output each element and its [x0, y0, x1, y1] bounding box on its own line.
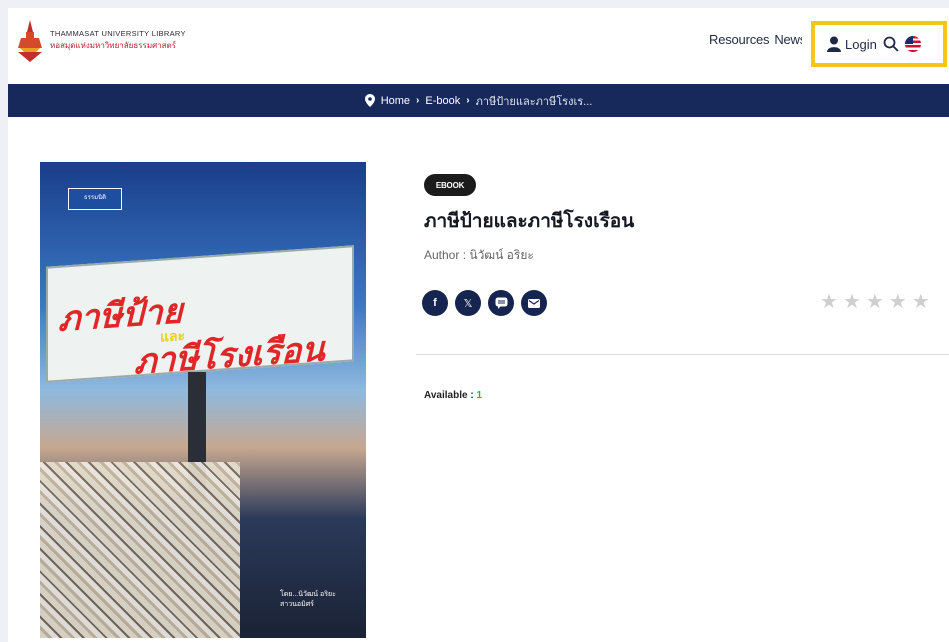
login-button[interactable]: Login [827, 36, 877, 52]
rating-stars: ★ ★ ★ ★ ★ [820, 292, 930, 312]
mail-icon [528, 298, 540, 308]
star-icon[interactable]: ★ [820, 292, 838, 312]
share-facebook-button[interactable]: f [422, 290, 448, 316]
logo-english-text: THAMMASAT UNIVERSITY LIBRARY [50, 28, 186, 38]
cover-town-scene [40, 462, 240, 638]
line-icon [495, 297, 507, 309]
star-icon[interactable]: ★ [866, 292, 884, 312]
book-author: Author : นิวัฒน์ อริยะ [424, 246, 534, 265]
user-icon [827, 36, 841, 52]
site-header: THAMMASAT UNIVERSITY LIBRARY หอสมุดแห่งม… [8, 8, 949, 84]
nav-resources[interactable]: Resources [709, 32, 770, 47]
share-buttons: f 𝕏 [422, 290, 547, 316]
cover-publisher-logo: ธรรมนิติ [68, 188, 122, 210]
share-email-button[interactable] [521, 290, 547, 316]
author-name[interactable]: นิวัฒน์ อริยะ [469, 248, 533, 262]
facebook-icon: f [433, 297, 437, 309]
cover-credit-author: โดย...นิวัฒน์ อริยะ [280, 591, 336, 598]
search-button[interactable] [883, 36, 899, 52]
search-icon [883, 36, 899, 52]
library-emblem-icon [18, 20, 42, 62]
chevron-right-icon: › [466, 95, 470, 106]
author-label: Author : [424, 248, 470, 262]
divider [416, 354, 949, 355]
breadcrumb-ebook[interactable]: E-book [425, 95, 460, 107]
site-logo[interactable]: THAMMASAT UNIVERSITY LIBRARY หอสมุดแห่งม… [18, 18, 186, 62]
share-line-button[interactable] [488, 290, 514, 316]
cover-billboard: ภาษีป้าย และ ภาษีโรงเรือน [46, 245, 354, 383]
cover-credit: โดย...นิวัฒน์ อริยะ สาวนอมิศร์ [280, 590, 336, 610]
location-pin-icon [364, 94, 375, 107]
logo-thai-text: หอสมุดแห่งมหาวิทยาลัยธรรมศาสตร์ [50, 40, 177, 50]
breadcrumb-home[interactable]: Home [381, 95, 410, 107]
nav-news[interactable]: News [774, 32, 802, 47]
x-icon: 𝕏 [463, 297, 473, 310]
breadcrumb-current: ภาษีป้ายและภาษีโรงเร... [475, 95, 593, 108]
cover-credit-line2: สาวนอมิศร์ [280, 601, 314, 608]
star-icon[interactable]: ★ [912, 292, 930, 312]
available-count: 1 [476, 390, 482, 401]
star-icon[interactable]: ★ [889, 292, 907, 312]
us-flag-icon[interactable] [904, 36, 921, 52]
book-title: ภาษีป้ายและภาษีโรงเรือน [424, 211, 635, 232]
book-cover-image: ธรรมนิติ ภาษีป้าย และ ภาษีโรงเรือน โดย..… [40, 162, 366, 638]
account-tools-highlight: Login [811, 21, 947, 67]
ebook-badge: EBOOK [424, 174, 476, 196]
availability: Available : 1 [424, 390, 482, 401]
star-icon[interactable]: ★ [843, 292, 861, 312]
page: THAMMASAT UNIVERSITY LIBRARY หอสมุดแห่งม… [8, 8, 949, 642]
breadcrumb: Home › E-book › ภาษีป้ายและภาษีโรงเร... [8, 84, 949, 117]
chevron-right-icon: › [416, 95, 420, 106]
login-label: Login [845, 36, 877, 52]
share-x-button[interactable]: 𝕏 [455, 290, 481, 316]
available-label: Available : [424, 390, 477, 401]
main-nav: Resources News [709, 32, 802, 47]
